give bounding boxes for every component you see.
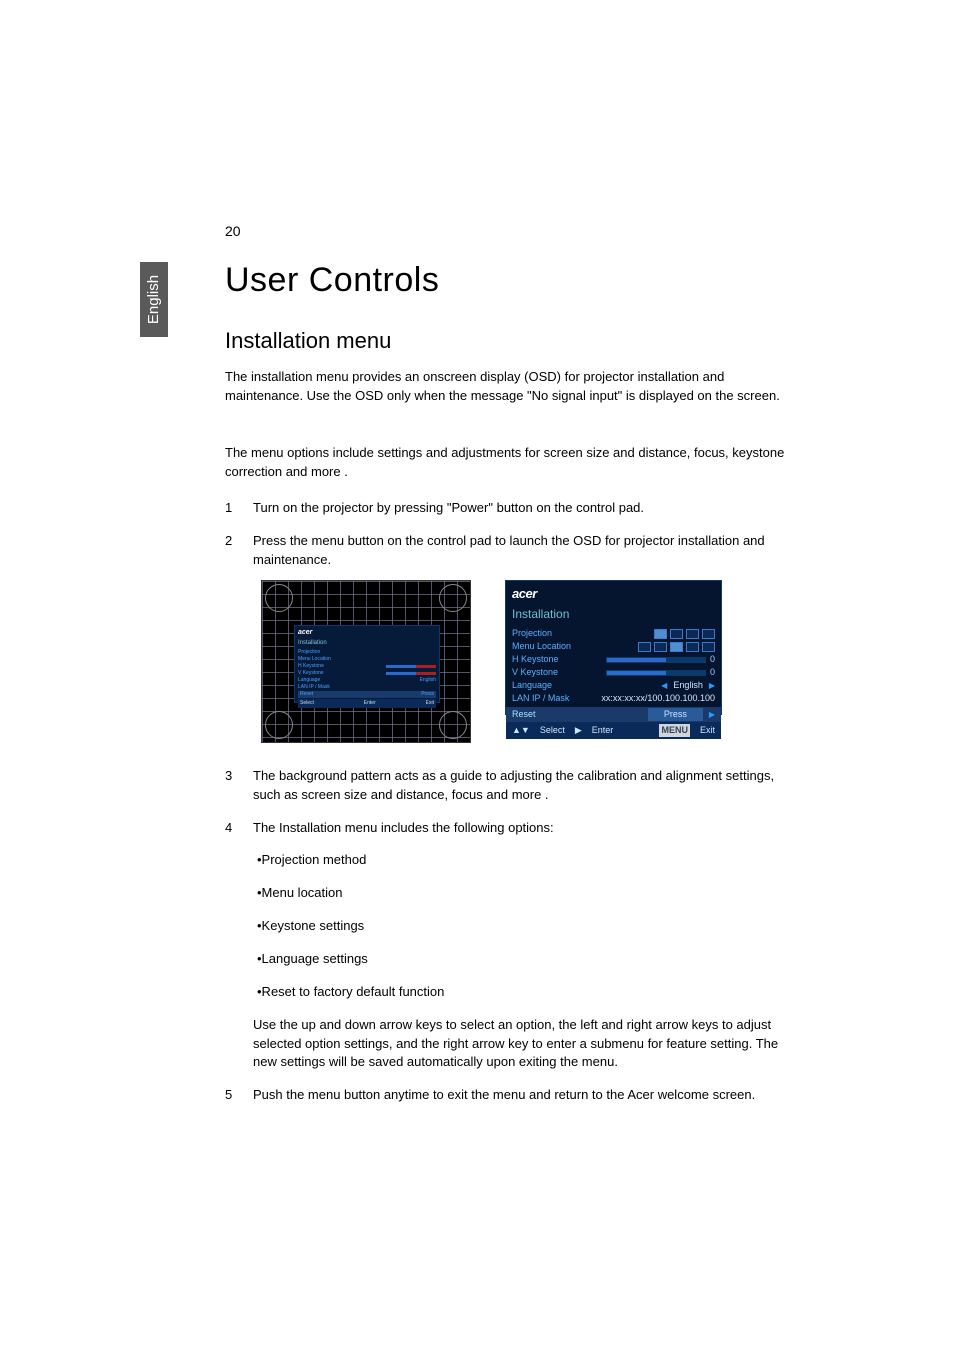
projection-mode-icon [702, 629, 715, 639]
bullet-list: •Projection method •Menu location •Keyst… [257, 851, 785, 1001]
footer-enter: Enter [592, 724, 614, 737]
step-number: 4 [225, 819, 232, 838]
page-content: User Controls Installation menu The inst… [225, 261, 785, 1119]
page-title: User Controls [225, 261, 785, 300]
section-heading: Installation menu [225, 328, 785, 354]
menu-pos-icon [670, 642, 683, 652]
triangle-left-icon: ◀ [661, 680, 667, 692]
slider-icon [606, 670, 706, 676]
slider-icon [606, 657, 706, 663]
language-tab: English [140, 262, 168, 337]
language-value: English [673, 679, 703, 692]
intro-paragraph-2: The menu options include settings and ad… [225, 444, 785, 482]
osd-label: V Keystone [512, 666, 558, 679]
step-text: Press the menu button on the control pad… [253, 533, 765, 567]
menu-pos-icon [686, 642, 699, 652]
osd-label: Menu Location [512, 640, 571, 653]
triangle-right-icon: ▶ [575, 724, 582, 737]
osd-panel-figure: acer Installation Projection Menu Locati… [505, 580, 722, 715]
slider-icon [386, 672, 436, 675]
osd-row-menu-location: Menu Location [512, 640, 715, 653]
step-4: 4 The Installation menu includes the fol… [225, 819, 785, 1073]
osd-row-v-keystone: V Keystone 0 [512, 666, 715, 679]
step-5: 5 Push the menu button anytime to exit t… [225, 1086, 785, 1105]
bullet-item: •Keystone settings [257, 917, 785, 936]
step-number: 2 [225, 532, 232, 551]
corner-ring-icon [439, 584, 467, 612]
slider-value: 0 [710, 666, 715, 679]
menu-pos-icon [638, 642, 651, 652]
osd-footer: ▲▼ Select ▶ Enter MENU Exit [506, 722, 721, 739]
osd-footer: Select Enter Exit [298, 699, 436, 708]
projection-mode-icon [686, 629, 699, 639]
triangle-right-icon: ▶ [709, 680, 715, 692]
menu-pos-icon [654, 642, 667, 652]
osd-row-h-keystone: H Keystone 0 [512, 653, 715, 666]
osd-label: Language [512, 679, 552, 692]
step-4-paragraph: Use the up and down arrow keys to select… [253, 1016, 785, 1073]
lan-value: xx:xx:xx:xx/100.100.100.100 [601, 692, 715, 705]
bullet-item: •Projection method [257, 851, 785, 870]
intro-paragraph-1: The installation menu provides an onscre… [225, 368, 785, 406]
projection-mode-icon [654, 629, 667, 639]
osd-value: Press [421, 691, 434, 698]
osd-row-language: Language ◀ English ▶ [512, 679, 715, 692]
corner-ring-icon [265, 584, 293, 612]
menu-location-icons [638, 642, 715, 652]
menu-pill: MENU [659, 724, 690, 737]
footer-exit: Exit [700, 724, 715, 737]
figures-row: acer Installation Projection Menu Locati… [261, 580, 785, 743]
slider-value: 0 [710, 653, 715, 666]
press-button: Press [648, 708, 703, 721]
osd-value: English [420, 677, 436, 684]
step-3: 3 The background pattern acts as a guide… [225, 767, 785, 805]
step-text: Turn on the projector by pressing "Power… [253, 500, 644, 515]
step-number: 5 [225, 1086, 232, 1105]
osd-title: Installation [298, 639, 436, 648]
corner-ring-icon [439, 711, 467, 739]
footer-exit: Exit [426, 700, 434, 707]
osd-label: Reset [512, 708, 536, 721]
triangle-right-icon: ▶ [709, 709, 715, 721]
step-text: The background pattern acts as a guide t… [253, 768, 774, 802]
bullet-item: •Menu location [257, 884, 785, 903]
updown-arrows-icon: ▲▼ [512, 724, 530, 737]
osd-row-reset: Reset Press ▶ [506, 707, 721, 722]
bullet-item: •Reset to factory default function [257, 983, 785, 1002]
footer-enter: Enter [364, 700, 376, 707]
bullet-item: •Language settings [257, 950, 785, 969]
osd-label: LAN IP / Mask [512, 692, 569, 705]
osd-label: Projection [512, 627, 552, 640]
step-1: 1 Turn on the projector by pressing "Pow… [225, 499, 785, 518]
step-text: The Installation menu includes the follo… [253, 820, 554, 835]
osd-title: Installation [512, 606, 715, 623]
step-number: 3 [225, 767, 232, 786]
page-number: 20 [225, 223, 241, 239]
mini-osd-panel: acer Installation Projection Menu Locati… [294, 625, 440, 703]
osd-brand: acer [512, 585, 715, 604]
osd-label: H Keystone [512, 653, 559, 666]
osd-brand: acer [298, 628, 436, 638]
osd-label: Reset [300, 691, 313, 698]
osd-row-projection: Projection [512, 627, 715, 640]
corner-ring-icon [265, 711, 293, 739]
step-text: Push the menu button anytime to exit the… [253, 1087, 755, 1102]
footer-select: Select [300, 700, 314, 707]
footer-select: Select [540, 724, 565, 737]
language-tab-label: English [146, 275, 163, 324]
projection-icons [654, 629, 715, 639]
osd-row-lan: LAN IP / Mask xx:xx:xx:xx/100.100.100.10… [512, 692, 715, 705]
projection-mode-icon [670, 629, 683, 639]
steps-list: 1 Turn on the projector by pressing "Pow… [225, 499, 785, 1105]
calibration-grid-figure: acer Installation Projection Menu Locati… [261, 580, 471, 743]
slider-icon [386, 665, 436, 668]
step-number: 1 [225, 499, 232, 518]
step-2: 2 Press the menu button on the control p… [225, 532, 785, 743]
menu-pos-icon [702, 642, 715, 652]
